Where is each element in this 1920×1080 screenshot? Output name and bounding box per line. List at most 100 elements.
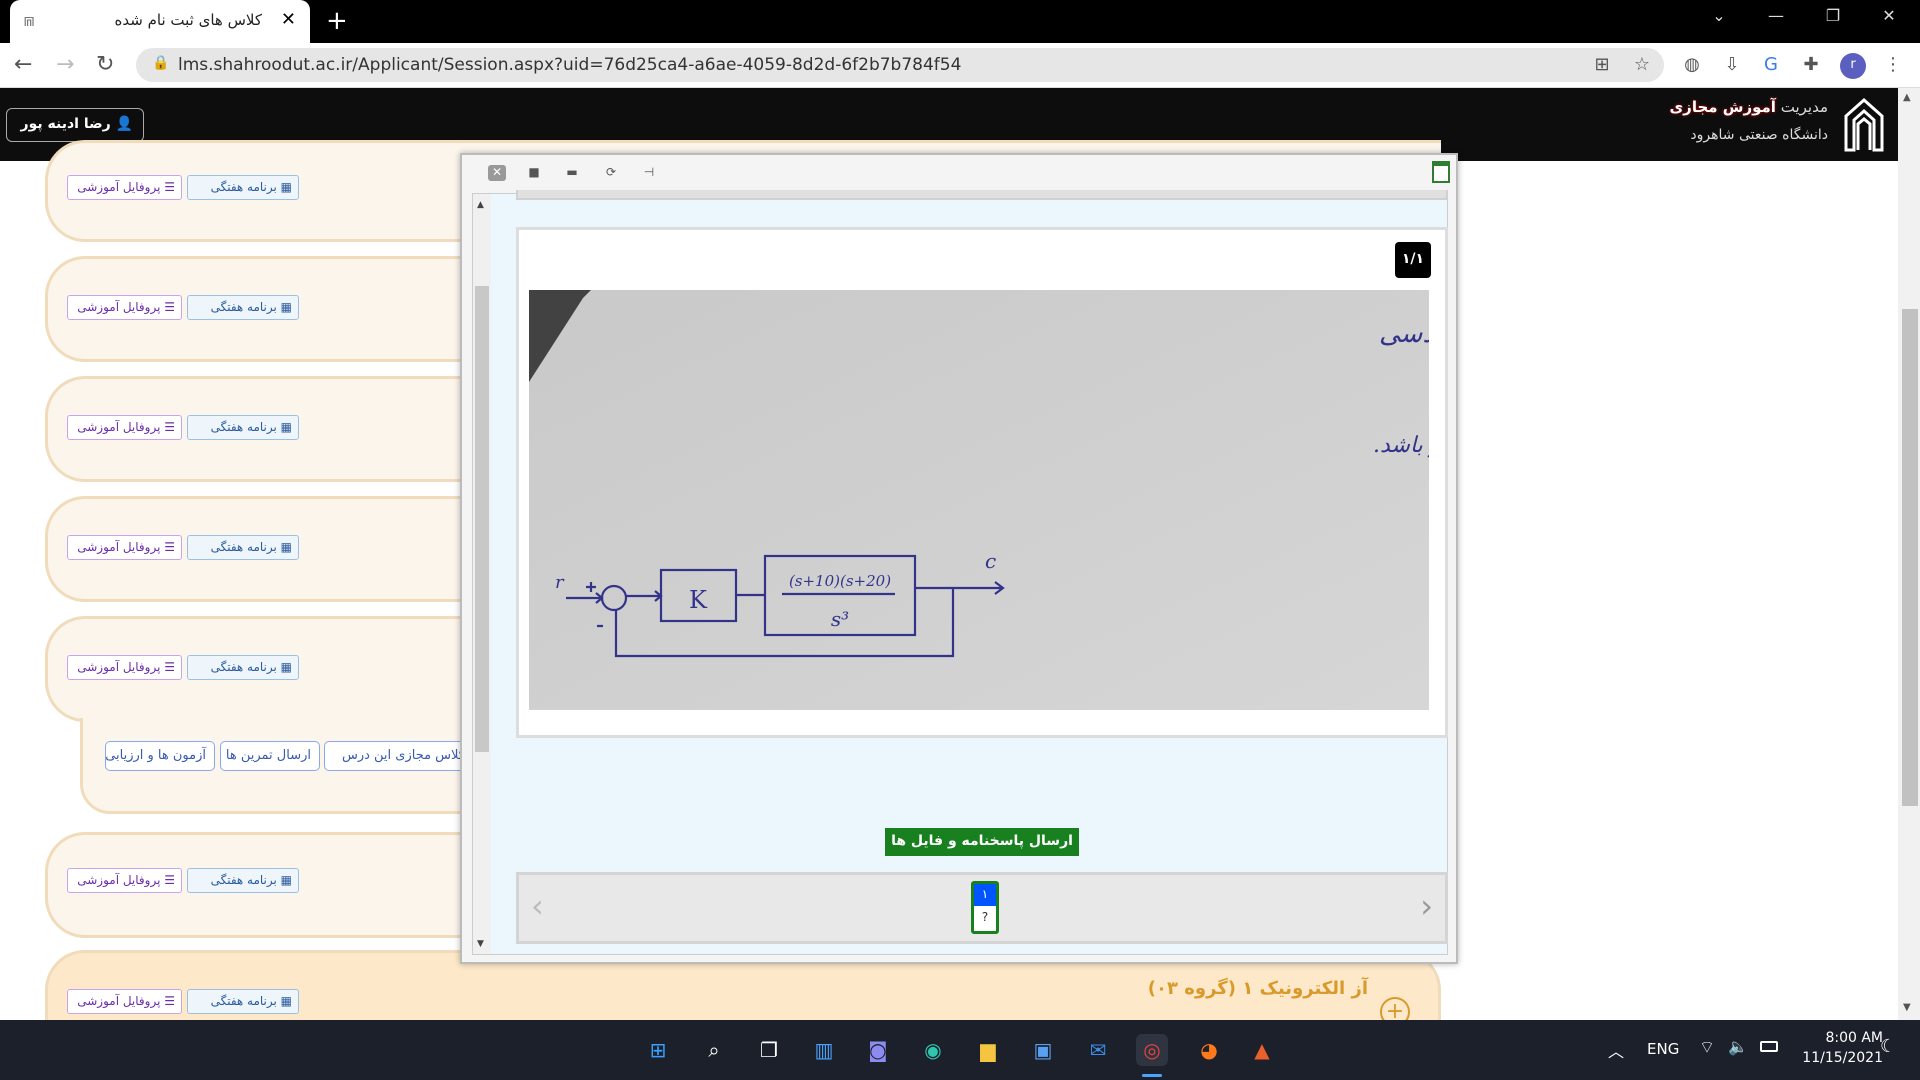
virtual-class-button[interactable]: کلاس مجازی این درس [324, 741, 474, 771]
profile-button[interactable]: ☰ پروفایل آموزشی [67, 295, 182, 320]
scroll-down-icon[interactable]: ▼ [477, 939, 484, 949]
label-r: r [555, 572, 565, 593]
schedule-button[interactable]: ▦ برنامه هفتگی [187, 535, 299, 560]
next-chevron-icon[interactable]: › [1420, 887, 1433, 925]
browser-tab[interactable]: ⩎ کلاس های ثبت نام شده ✕ [10, 0, 310, 43]
schedule-label: برنامه هفتگی [210, 300, 277, 314]
user-name: رضا ادینه پور [20, 116, 111, 132]
clock-date[interactable]: 11/15/2021 [1798, 1050, 1883, 1066]
reload-icon[interactable]: ↻ [96, 52, 114, 77]
profile-button[interactable]: ☰ پروفایل آموزشی [67, 535, 182, 560]
matlab-icon[interactable]: ▲ [1246, 1034, 1278, 1066]
question-page-1[interactable]: ۱ ? [971, 881, 999, 934]
maximize-icon[interactable]: ■ [525, 165, 543, 181]
user-button[interactable]: 👤 رضا ادینه پور [6, 108, 144, 142]
minimize-icon[interactable]: ▬ [563, 165, 581, 181]
scroll-down-icon[interactable]: ▼ [1903, 1002, 1911, 1013]
calendar-icon: ▦ [276, 180, 292, 194]
close-window-button[interactable]: ✕ [1869, 6, 1909, 25]
mail-icon[interactable]: ✉ [1082, 1034, 1114, 1066]
document-icon[interactable] [1432, 161, 1450, 183]
focus-moon-icon[interactable]: ☾ [1880, 1036, 1896, 1057]
page-badge: ۱/۱ [1395, 242, 1431, 278]
schedule-button[interactable]: ▦ برنامه هفتگی [187, 989, 299, 1014]
dialog-scrollbar[interactable]: ▲ ▼ [473, 194, 491, 954]
schedule-button[interactable]: ▦ برنامه هفتگی [187, 655, 299, 680]
teams-chat-icon[interactable]: ◙ [862, 1034, 894, 1066]
prev-chevron-icon[interactable]: ‹ [531, 887, 544, 925]
refresh-icon[interactable]: ⟳ [602, 165, 620, 181]
exams-button[interactable]: آزمون ها و ارزیابی [105, 741, 215, 771]
url-input[interactable]: 🔒 lms.shahroodut.ac.ir/Applicant/Session… [136, 48, 1664, 82]
back-icon[interactable]: ← [14, 52, 32, 77]
calendar-icon: ▦ [276, 540, 292, 554]
profile-button[interactable]: ☰ پروفایل آموزشی [67, 415, 182, 440]
task-view-icon[interactable]: ❐ [753, 1034, 785, 1066]
site-favicon-icon: ⩎ [24, 10, 35, 31]
brand-title: مدیریت آموزش مجازی [1669, 98, 1828, 116]
bookmark-star-icon[interactable]: ☆ [1629, 54, 1655, 75]
schedule-button[interactable]: ▦ برنامه هفتگی [187, 175, 299, 200]
wifi-icon[interactable]: ⌔ [1699, 1037, 1715, 1058]
close-tab-icon[interactable]: ✕ [281, 9, 296, 30]
schedule-label: برنامه هفتگی [210, 873, 277, 887]
chrome-icon[interactable]: ◎ [1136, 1034, 1168, 1066]
brand-prefix: مدیریت [1780, 98, 1828, 116]
send-exercises-button[interactable]: ارسال تمرین ها [220, 741, 320, 771]
minimize-button[interactable]: — [1756, 6, 1796, 25]
scroll-up-icon[interactable]: ▲ [477, 200, 484, 210]
page-status: ? [981, 910, 989, 924]
dialog-scrollbar-thumb[interactable] [475, 286, 489, 752]
widgets-icon[interactable]: ▥ [808, 1034, 840, 1066]
restore-button[interactable]: ❐ [1813, 6, 1853, 25]
calendar-icon: ▦ [276, 300, 292, 314]
schedule-label: برنامه هفتگی [210, 540, 277, 554]
clock-time[interactable]: 8:00 AM [1803, 1030, 1883, 1046]
list-icon: ☰ [160, 540, 175, 554]
translate-icon[interactable]: ⊞ [1589, 54, 1615, 75]
battery-icon[interactable] [1760, 1041, 1778, 1052]
volume-icon[interactable]: 🔈 [1728, 1037, 1748, 1056]
calendar-icon: ▦ [276, 994, 292, 1008]
language-indicator[interactable]: ENG [1647, 1040, 1679, 1058]
new-tab-button[interactable]: + [326, 6, 348, 36]
scroll-up-icon[interactable]: ▲ [1903, 92, 1911, 103]
close-dialog-icon[interactable]: ✕ [488, 165, 506, 181]
schedule-button[interactable]: ▦ برنامه هفتگی [187, 295, 299, 320]
profile-button[interactable]: ☰ پروفایل آموزشی [67, 868, 182, 893]
send-answers-button[interactable]: ارسال پاسخنامه و فایل ها [885, 828, 1079, 856]
start-windows-icon[interactable]: ⊞ [642, 1034, 674, 1066]
profile-button[interactable]: ☰ پروفایل آموزشی [67, 989, 182, 1014]
pin-icon[interactable]: ⊣ [640, 165, 658, 181]
address-bar-row: ← → ↻ 🔒 lms.shahroodut.ac.ir/Applicant/S… [0, 43, 1920, 88]
schedule-button[interactable]: ▦ برنامه هفتگی [187, 415, 299, 440]
extensions-puzzle-icon[interactable]: ✚ [1798, 54, 1824, 75]
store-icon[interactable]: ▣ [1027, 1034, 1059, 1066]
profile-button[interactable]: ☰ پروفایل آموزشی [67, 175, 182, 200]
university-name: دانشگاه صنعتی شاهرود [1690, 127, 1828, 143]
list-icon: ☰ [160, 660, 175, 674]
schedule-button[interactable]: ▦ برنامه هفتگی [187, 868, 299, 893]
previous-panel-edge [516, 190, 1448, 200]
firefox-icon[interactable]: ◕ [1193, 1034, 1225, 1066]
taskbar: ⊞ ⌕ ❐ ▥ ◙ ◉ ▆ ▣ ✉ ◎ ◕ ▲ ︿ ENG ⌔ 🔈 8:00 A… [0, 1020, 1920, 1080]
page-number: ۱ [974, 884, 996, 906]
google-translate-icon[interactable]: G [1758, 54, 1784, 75]
show-hidden-icons-chevron[interactable]: ︿ [1608, 1038, 1624, 1062]
globe-extension-icon[interactable]: ◍ [1679, 54, 1705, 75]
brand-bold: آموزش مجازی [1669, 98, 1776, 116]
edge-icon[interactable]: ◉ [917, 1034, 949, 1066]
forward-icon[interactable]: → [56, 52, 74, 77]
download-icon[interactable]: ⇩ [1719, 54, 1745, 75]
profile-label: پروفایل آموزشی [77, 420, 161, 434]
menu-kebab-icon[interactable]: ⋮ [1880, 54, 1906, 75]
search-icon[interactable]: ⌕ [698, 1034, 730, 1066]
profile-avatar[interactable]: r [1840, 53, 1866, 79]
handwritten-question: برای سیستم حلقه بسته زیر، مقدار K را طور… [1373, 433, 1429, 458]
question-image: کوییز کنترل خطی مهندسی برای سیستم حلقه ب… [529, 290, 1429, 710]
file-explorer-icon[interactable]: ▆ [972, 1034, 1004, 1066]
profile-button[interactable]: ☰ پروفایل آموزشی [67, 655, 182, 680]
page-scrollbar-thumb[interactable] [1902, 309, 1918, 806]
tab-search-icon[interactable]: ⌄ [1699, 6, 1739, 25]
dialog-content: ▲ ▼ ۱/۱ کوییز کنترل خطی مهندسی برای سیست… [472, 190, 1448, 955]
